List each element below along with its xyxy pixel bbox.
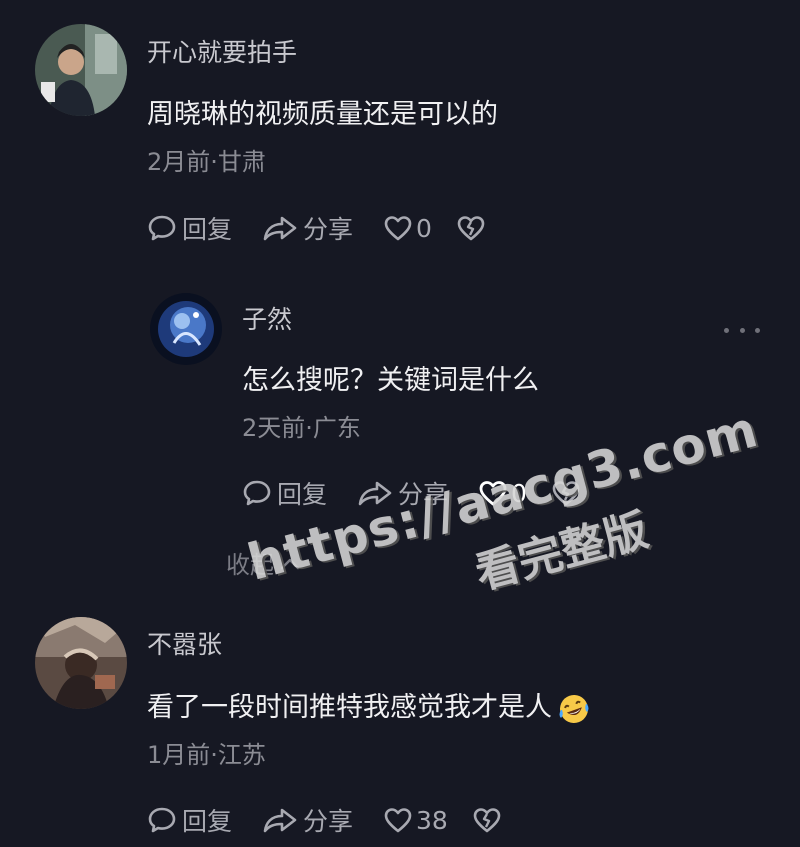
avatar[interactable] xyxy=(150,293,222,365)
collapse-label: 收起 xyxy=(226,551,274,579)
comment-bubble-icon xyxy=(148,215,176,241)
more-dots-icon[interactable] xyxy=(724,320,760,340)
comment-username[interactable]: 子然 xyxy=(242,300,292,336)
dislike-button[interactable] xyxy=(472,806,502,834)
comment-meta: 1月前·江苏 xyxy=(147,741,266,769)
reply-label: 回复 xyxy=(182,807,233,836)
comment-text: 怎么搜呢？关键词是什么 xyxy=(242,365,539,396)
comment-username[interactable]: 不嚣张 xyxy=(147,625,222,661)
like-button[interactable]: 0 xyxy=(478,479,527,508)
heart-icon xyxy=(384,808,412,833)
like-count: 38 xyxy=(416,805,448,835)
like-count: 0 xyxy=(416,213,432,243)
comment-text: 周晓琳的视频质量还是可以的 xyxy=(147,99,498,130)
reply-label: 回复 xyxy=(182,215,233,244)
comment-text-content: 看了一段时间推特我感觉我才是人 xyxy=(147,692,552,723)
comment-actions: 回复 分享 0 xyxy=(242,473,611,513)
reply-button[interactable]: 回复 xyxy=(147,802,232,838)
share-button[interactable]: 分享 xyxy=(357,475,448,511)
comment-text: 看了一段时间推特我感觉我才是人 xyxy=(147,685,590,725)
avatar[interactable] xyxy=(35,24,127,116)
reply-label: 回复 xyxy=(277,480,328,509)
broken-heart-icon xyxy=(473,808,501,833)
reply-button[interactable]: 回复 xyxy=(242,475,327,511)
share-label: 分享 xyxy=(303,807,354,836)
comment-actions: 回复 分享 0 xyxy=(147,208,516,248)
like-button[interactable]: 38 xyxy=(383,806,448,835)
share-label: 分享 xyxy=(303,215,354,244)
reply-button[interactable]: 回复 xyxy=(147,210,232,246)
share-arrow-icon xyxy=(358,481,392,506)
heart-icon xyxy=(384,216,412,241)
comment-username[interactable]: 开心就要拍手 xyxy=(147,33,297,69)
chevron-up-icon xyxy=(280,558,300,569)
comment-bubble-icon xyxy=(243,480,271,506)
comment-meta: 2月前·甘肃 xyxy=(147,148,266,176)
share-label: 分享 xyxy=(398,480,449,509)
broken-heart-icon xyxy=(457,216,485,241)
like-count: 0 xyxy=(511,478,527,508)
avatar[interactable] xyxy=(35,617,127,709)
laughing-tears-emoji-icon xyxy=(559,694,589,723)
share-button[interactable]: 分享 xyxy=(262,802,353,838)
share-button[interactable]: 分享 xyxy=(262,210,353,246)
dislike-button[interactable] xyxy=(551,479,581,507)
comment-actions: 回复 分享 38 xyxy=(147,800,532,840)
like-button[interactable]: 0 xyxy=(383,214,432,243)
comment-meta: 2天前·广东 xyxy=(242,414,361,442)
share-arrow-icon xyxy=(263,808,297,833)
collapse-replies-button[interactable]: 收起 xyxy=(226,545,302,580)
comment-bubble-icon xyxy=(148,807,176,833)
comment-list: 开心就要拍手 周晓琳的视频质量还是可以的 2月前·甘肃 回复 分享 0 子然 怎… xyxy=(0,0,800,847)
broken-heart-icon xyxy=(552,481,580,506)
share-arrow-icon xyxy=(263,216,297,241)
dislike-button[interactable] xyxy=(456,214,486,242)
heart-icon xyxy=(479,481,507,506)
